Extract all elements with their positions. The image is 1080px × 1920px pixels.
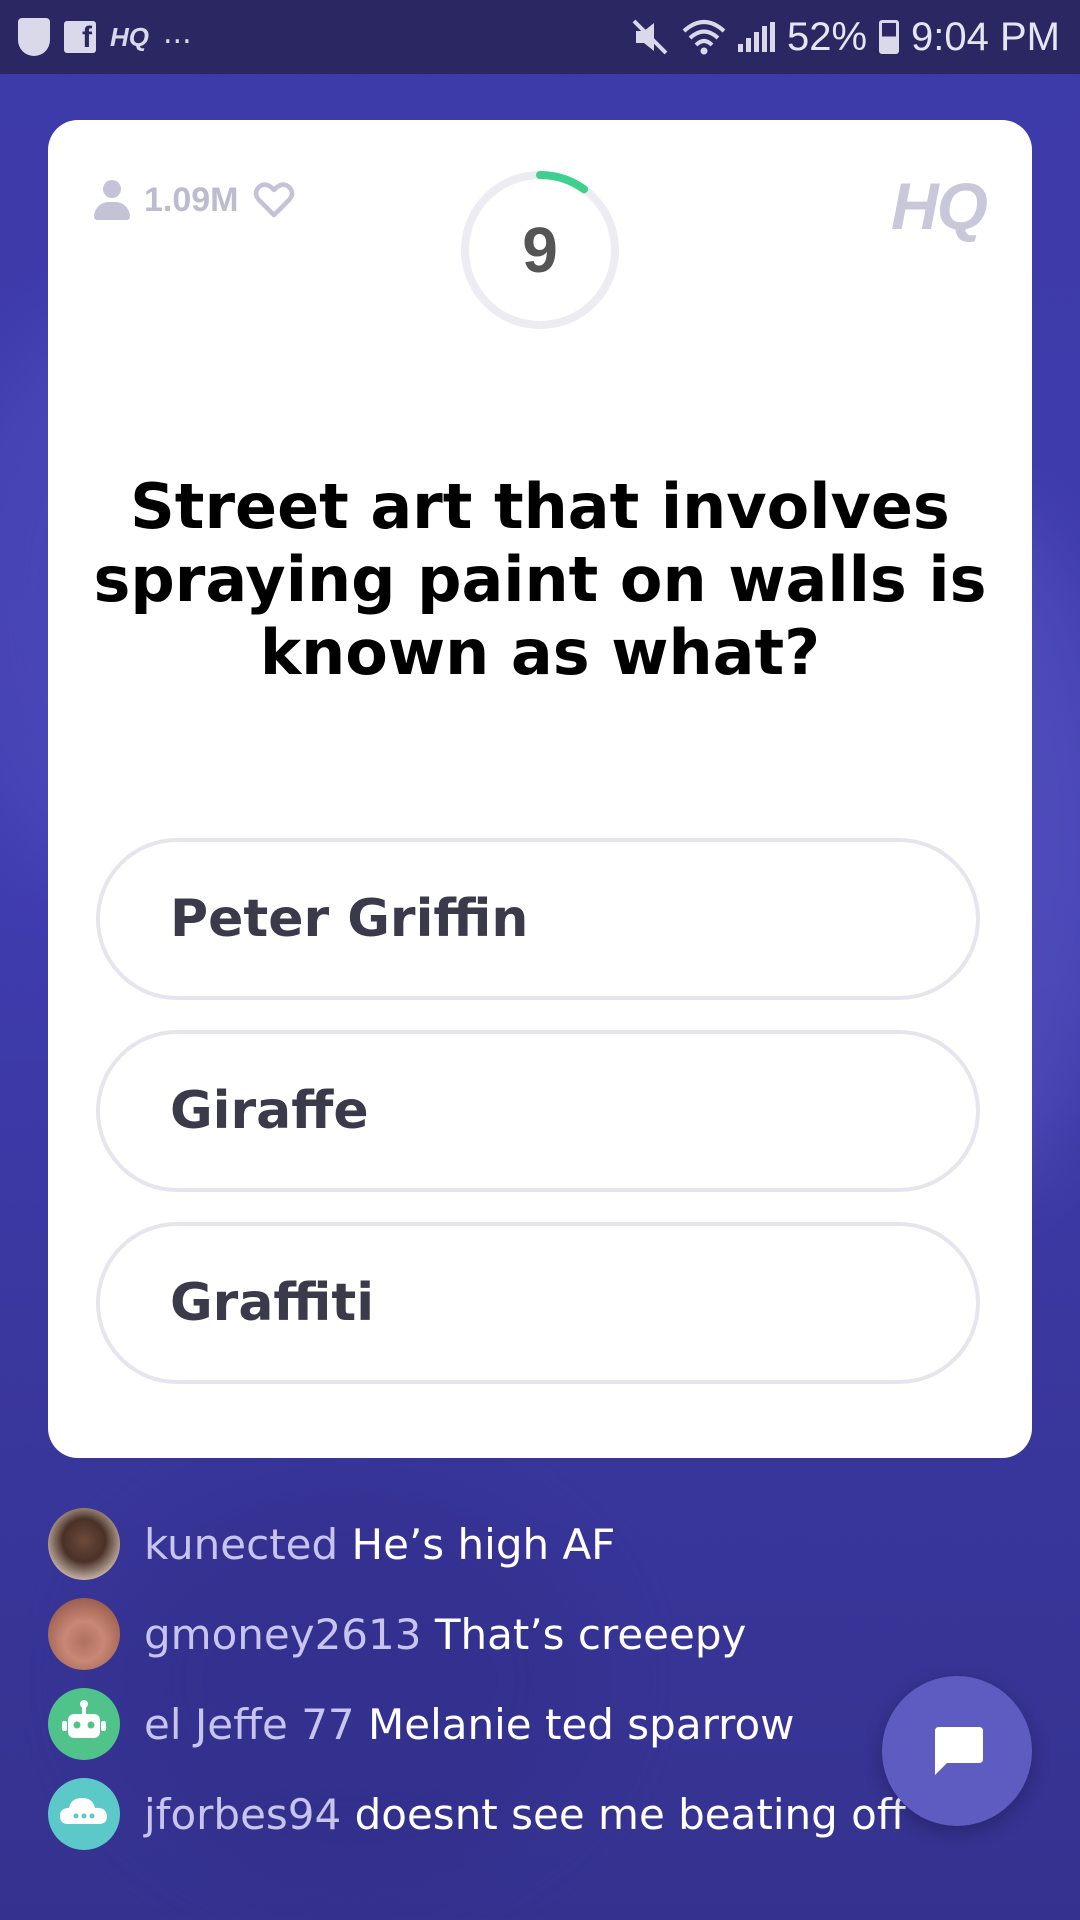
signal-icon <box>737 22 775 52</box>
question-card: 1.09M 9 HQ Street art that involves spra… <box>48 120 1032 1458</box>
player-count-value: 1.09M <box>144 180 239 219</box>
battery-icon <box>879 20 900 54</box>
chat-message-text: jforbes94 doesnt see me beating off <box>144 1790 906 1839</box>
chat-message: gmoney2613 That’s creeepy <box>48 1598 746 1670</box>
robot-icon[interactable] <box>48 1688 120 1760</box>
chat-button[interactable] <box>882 1676 1032 1826</box>
chat-message-text: gmoney2613 That’s creeepy <box>144 1610 746 1659</box>
chat-message: kunected He’s high AF <box>48 1508 615 1580</box>
chat-body: Melanie ted sparrow <box>368 1699 795 1749</box>
answer-option[interactable]: Peter Griffin <box>96 838 980 1000</box>
chat-message-text: kunected He’s high AF <box>144 1520 615 1569</box>
player-count: 1.09M <box>94 180 295 220</box>
chat-body: doesnt see me beating off <box>354 1789 906 1839</box>
status-bar: f HQ ... 52% 9:04 PM <box>0 0 1080 74</box>
mute-icon <box>632 19 668 55</box>
chat-username[interactable]: el Jeffe 77 <box>144 1700 355 1749</box>
hq-logo: HQ <box>891 169 988 243</box>
chat-message-text: el Jeffe 77 Melanie ted sparrow <box>144 1700 795 1749</box>
user-avatar[interactable] <box>48 1598 120 1670</box>
chat-username[interactable]: kunected <box>144 1520 338 1569</box>
shield-icon <box>18 18 50 56</box>
chat-bubble-icon <box>935 1727 983 1775</box>
answer-option[interactable]: Graffiti <box>96 1222 980 1384</box>
chat-body: That’s creeepy <box>434 1609 747 1659</box>
chat-message: jforbes94 doesnt see me beating off <box>48 1778 906 1850</box>
battery-percent: 52% <box>786 14 868 59</box>
wifi-icon <box>682 20 726 55</box>
more-notifications-icon: ... <box>163 15 192 51</box>
heart-icon[interactable] <box>253 180 295 220</box>
countdown-timer: 9 <box>458 168 622 332</box>
clock: 9:04 PM <box>911 14 1060 59</box>
facebook-icon: f <box>64 21 96 53</box>
answer-option[interactable]: Giraffe <box>96 1030 980 1192</box>
chat-username[interactable]: jforbes94 <box>144 1790 341 1839</box>
user-avatar[interactable] <box>48 1508 120 1580</box>
cloud-icon[interactable] <box>48 1778 120 1850</box>
person-icon <box>94 180 130 220</box>
hq-notification-label: HQ <box>110 21 149 52</box>
chat-username[interactable]: gmoney2613 <box>144 1610 421 1659</box>
chat-message: el Jeffe 77 Melanie ted sparrow <box>48 1688 795 1760</box>
timer-value: 9 <box>522 214 558 286</box>
chat-body: He’s high AF <box>351 1519 616 1569</box>
question-text: Street art that involves spraying paint … <box>93 470 987 689</box>
